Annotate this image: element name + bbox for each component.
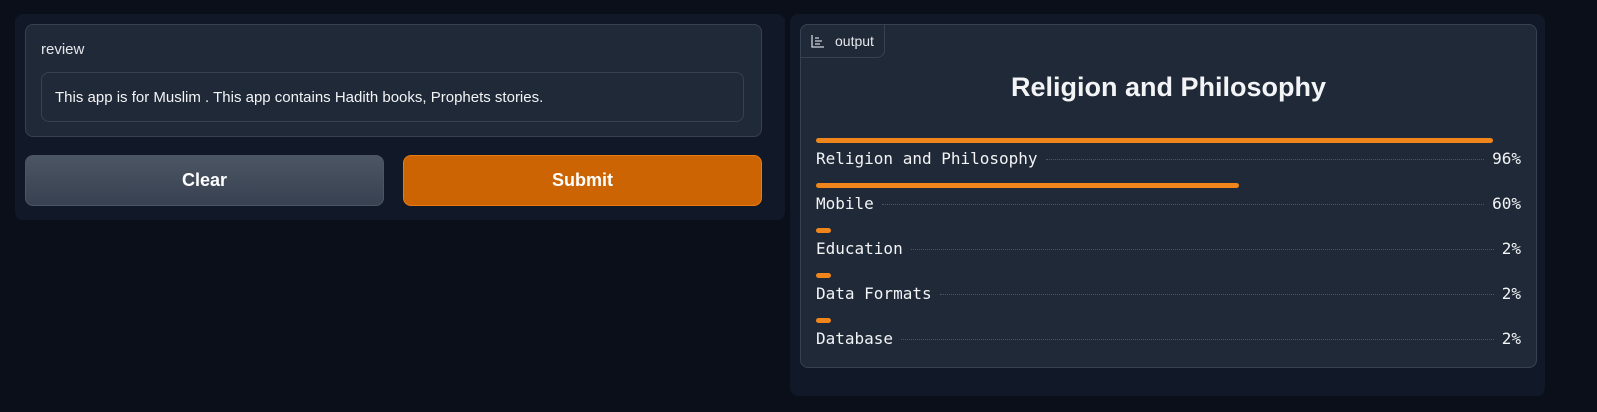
confidence-bar bbox=[816, 138, 1493, 143]
confidence-label: Data Formats bbox=[816, 284, 932, 303]
output-panel: output Religion and Philosophy Religion … bbox=[790, 14, 1545, 396]
dotted-leader bbox=[881, 204, 1485, 205]
confidence-row: Database 2% bbox=[816, 318, 1521, 363]
confidence-row: Education 2% bbox=[816, 228, 1521, 273]
submit-button[interactable]: Submit bbox=[403, 155, 762, 206]
confidence-percent: 60% bbox=[1492, 194, 1521, 213]
output-tag: output bbox=[800, 24, 885, 58]
confidence-line: Mobile 60% bbox=[816, 194, 1521, 213]
confidence-percent: 2% bbox=[1501, 284, 1521, 303]
review-label: review bbox=[41, 41, 85, 58]
confidence-bar bbox=[816, 228, 831, 233]
confidence-label: Mobile bbox=[816, 194, 874, 213]
bar-chart-icon bbox=[811, 34, 825, 48]
output-block: output Religion and Philosophy Religion … bbox=[800, 24, 1537, 368]
confidence-bar bbox=[816, 183, 1239, 188]
result-title: Religion and Philosophy bbox=[1010, 72, 1326, 102]
dotted-leader bbox=[1045, 159, 1485, 160]
confidence-label: Database bbox=[816, 329, 894, 348]
confidence-bar bbox=[816, 273, 831, 278]
confidence-row: Data Formats 2% bbox=[816, 273, 1521, 318]
review-block: review This app is for Muslim . This app… bbox=[25, 24, 762, 137]
confidence-percent: 2% bbox=[1501, 239, 1521, 258]
review-input[interactable]: This app is for Muslim . This app contai… bbox=[41, 72, 744, 122]
confidence-bar bbox=[816, 318, 831, 323]
dotted-leader bbox=[901, 339, 1494, 340]
confidence-list: Religion and Philosophy 96% Mobile 60% Educa… bbox=[816, 138, 1521, 363]
confidence-line: Database 2% bbox=[816, 329, 1521, 348]
confidence-row: Religion and Philosophy 96% bbox=[816, 138, 1521, 183]
output-tag-label: output bbox=[835, 33, 874, 49]
confidence-line: Data Formats 2% bbox=[816, 284, 1521, 303]
confidence-row: Mobile 60% bbox=[816, 183, 1521, 228]
input-panel: review This app is for Muslim . This app… bbox=[15, 14, 785, 220]
confidence-percent: 2% bbox=[1501, 329, 1521, 348]
confidence-label: Education bbox=[816, 239, 903, 258]
clear-button[interactable]: Clear bbox=[25, 155, 384, 206]
dotted-leader bbox=[910, 249, 1494, 250]
confidence-line: Religion and Philosophy 96% bbox=[816, 149, 1521, 168]
confidence-label: Religion and Philosophy bbox=[816, 149, 1038, 168]
dotted-leader bbox=[939, 294, 1494, 295]
confidence-percent: 96% bbox=[1492, 149, 1521, 168]
confidence-line: Education 2% bbox=[816, 239, 1521, 258]
